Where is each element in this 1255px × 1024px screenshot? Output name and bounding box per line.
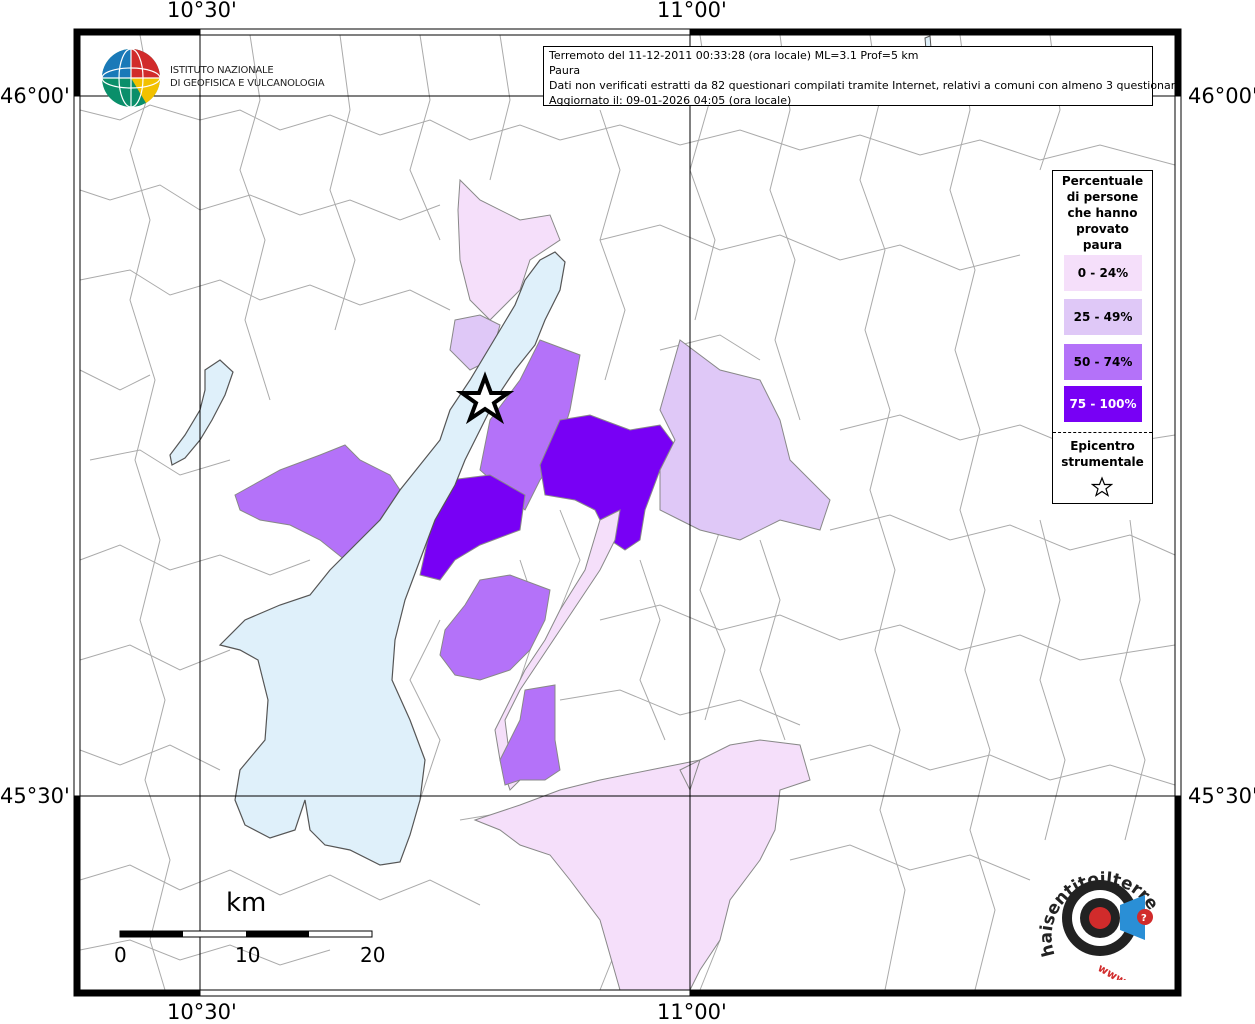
coord-right-4530: 45°30' bbox=[1188, 784, 1255, 808]
coord-top-1100: 11°00' bbox=[657, 0, 727, 22]
coord-left-4600: 46°00' bbox=[0, 84, 70, 108]
event-line: Terremoto del 11-12-2011 00:33:28 (ora l… bbox=[549, 49, 919, 62]
coord-bottom-1100: 11°00' bbox=[657, 1000, 727, 1024]
star-icon bbox=[1091, 476, 1113, 497]
svg-text:?: ? bbox=[1141, 913, 1147, 924]
coord-bottom-1030: 10°30' bbox=[167, 1000, 237, 1024]
legend-class-50-74: 50 - 74% bbox=[1064, 344, 1142, 380]
legend-class-75-100: 75 - 100% bbox=[1064, 386, 1142, 422]
scale-tick-10: 10 bbox=[235, 943, 261, 967]
updated-line: Aggiornato il: 09-01-2026 04:05 (ora loc… bbox=[549, 94, 792, 107]
coord-left-4530: 45°30' bbox=[0, 784, 70, 808]
data-note-line: Dati non verificati estratti da 82 quest… bbox=[549, 79, 1182, 92]
scale-bar bbox=[119, 930, 373, 938]
scale-tick-0: 0 bbox=[114, 943, 127, 967]
legend-class-0-24: 0 - 24% bbox=[1064, 255, 1142, 291]
legend-title: Percentuale di persone che hanno provato… bbox=[1061, 174, 1144, 252]
event-info-box: Terremoto del 11-12-2011 00:33:28 (ora l… bbox=[543, 46, 1182, 107]
svg-text:www.: www. bbox=[1096, 961, 1132, 980]
legend: Percentuale di persone che hanno provato… bbox=[1052, 170, 1153, 504]
haisentito-logo: haisentitoilterremoto.it ? www. bbox=[1035, 860, 1162, 980]
coord-right-4600: 46°00' bbox=[1188, 84, 1255, 108]
ingv-name: ISTITUTO NAZIONALE DI GEOFISICA E VULCAN… bbox=[170, 65, 325, 89]
ingv-globe-logo bbox=[101, 48, 161, 108]
legend-separator bbox=[1053, 432, 1152, 433]
legend-class-25-49: 25 - 49% bbox=[1064, 299, 1142, 335]
scale-unit: km bbox=[226, 888, 267, 918]
legend-epicenter-label: Epicentro strumentale bbox=[1061, 439, 1144, 469]
coord-top-1030: 10°30' bbox=[167, 0, 237, 22]
parameter-line: Paura bbox=[549, 64, 581, 77]
scale-tick-20: 20 bbox=[360, 943, 386, 967]
